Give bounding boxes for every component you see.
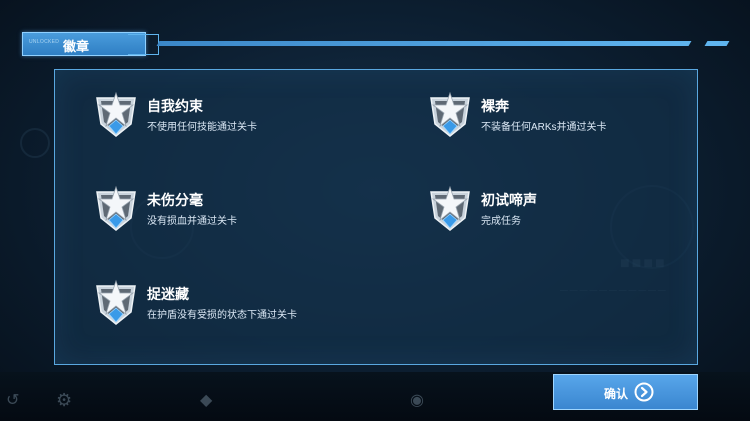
badge-description: 完成任务 bbox=[481, 216, 521, 227]
header-divider bbox=[156, 41, 692, 46]
badge-name: 自我约束 bbox=[147, 98, 203, 114]
badge-description: 在护盾没有受损的状态下通过关卡 bbox=[147, 310, 297, 321]
badge-description: 不使用任何技能通过关卡 bbox=[147, 122, 257, 133]
confirm-button-label: 确认 bbox=[604, 387, 629, 401]
badge-name: 初试啼声 bbox=[481, 192, 537, 208]
star-shield-badge-icon bbox=[430, 185, 470, 231]
header-decoration bbox=[128, 34, 159, 55]
badge-description: 不装备任何ARKs并通过关卡 bbox=[481, 122, 607, 133]
star-shield-badge-icon bbox=[96, 279, 136, 325]
bottom-bar-decoration: ◆ bbox=[200, 392, 213, 409]
badge-description: 没有损血并通过关卡 bbox=[147, 216, 237, 227]
badge-name: 裸奔 bbox=[481, 98, 509, 114]
star-shield-badge-icon bbox=[96, 185, 136, 231]
badge-name: 捉迷藏 bbox=[147, 286, 189, 302]
star-shield-badge-icon bbox=[430, 91, 470, 137]
confirm-button[interactable]: 确认 bbox=[553, 374, 698, 410]
header-tag: UNLOCKED bbox=[29, 39, 60, 45]
bottom-bar-decoration: ◉ bbox=[410, 392, 424, 409]
page-title: 徽章 bbox=[63, 39, 90, 54]
bottom-bar-decoration: ⚙ bbox=[56, 390, 73, 410]
badge-panel: 自我约束 不使用任何技能通过关卡 裸奔 不装备任何ARKs并通过关卡 未伤分毫 … bbox=[54, 69, 698, 365]
badge-name: 未伤分毫 bbox=[147, 192, 203, 208]
background-decoration bbox=[20, 128, 50, 158]
bottom-bar-decoration: ↺ bbox=[6, 392, 20, 409]
star-shield-badge-icon bbox=[96, 91, 136, 137]
header-divider bbox=[704, 41, 730, 46]
arrow-right-circle-icon bbox=[634, 382, 654, 402]
